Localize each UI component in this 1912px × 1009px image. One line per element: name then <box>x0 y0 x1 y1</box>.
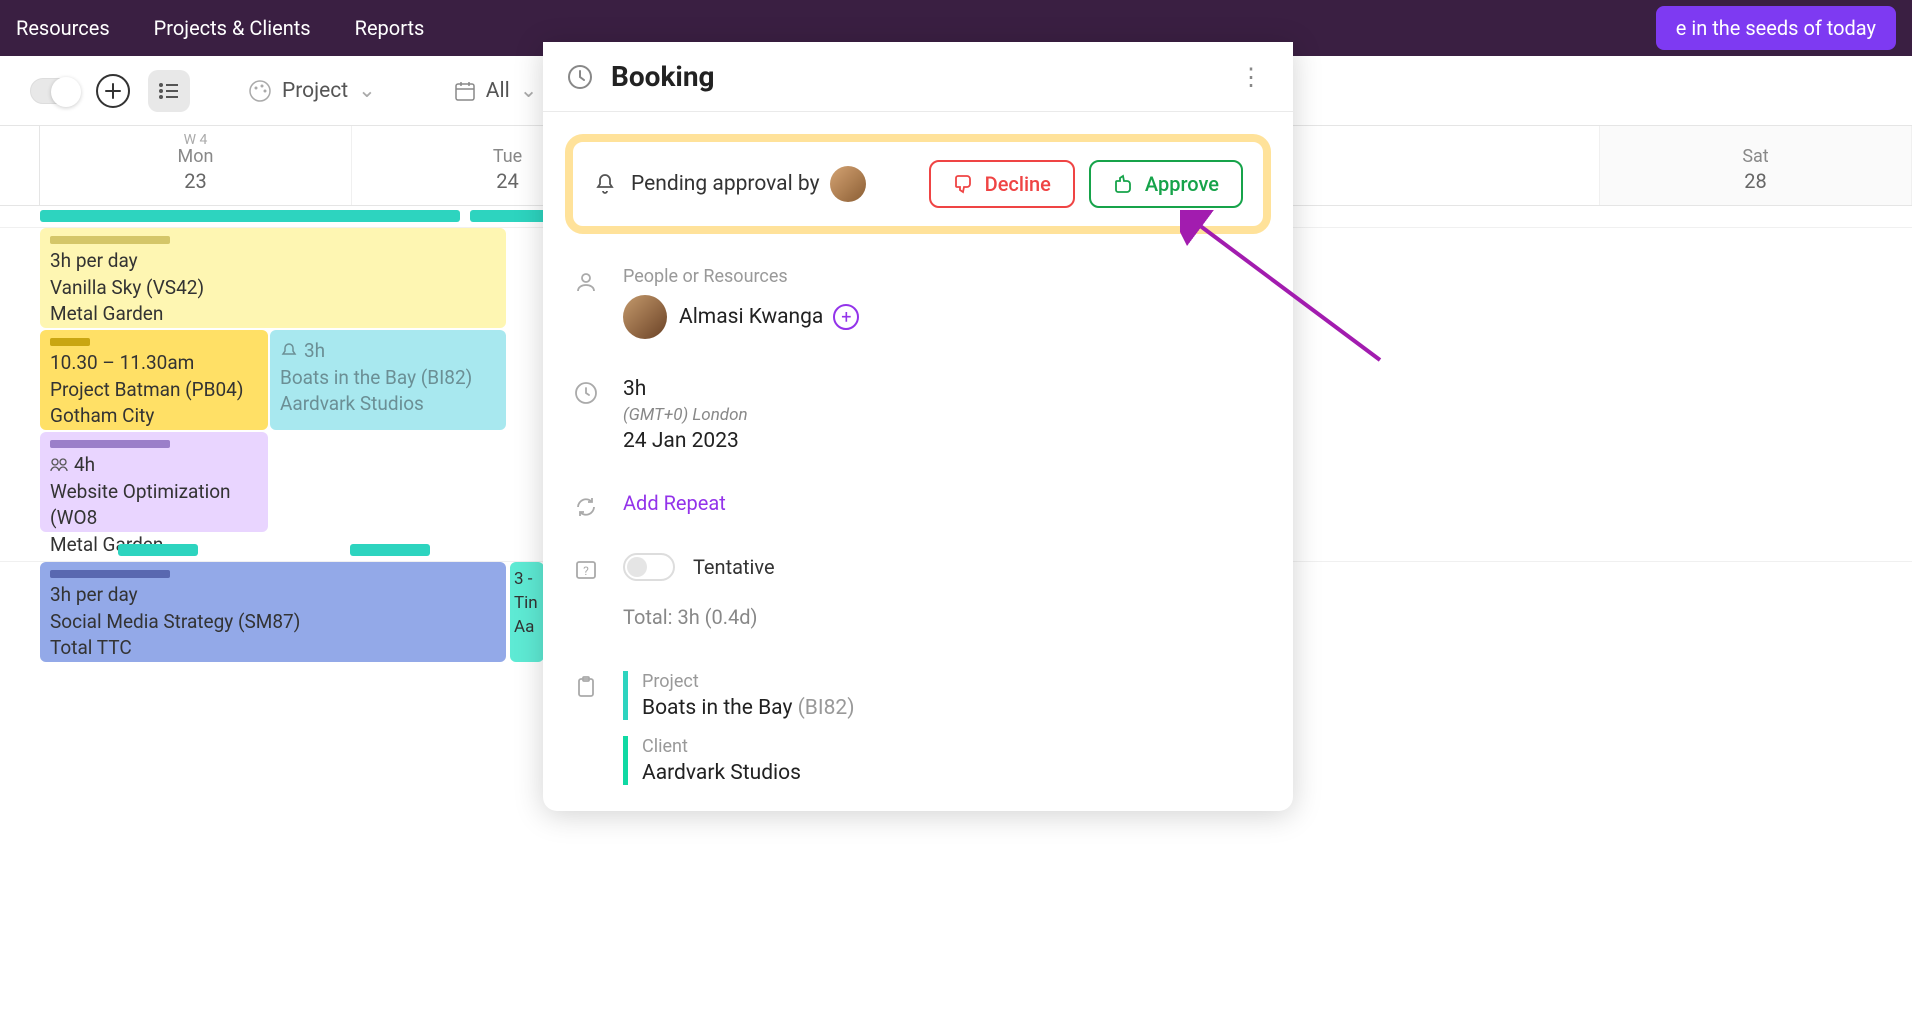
booking-batman[interactable]: 10.30 – 11.30am Project Batman (PB04) Go… <box>40 330 268 430</box>
range-label: All <box>486 79 510 103</box>
total-text: Total: 3h (0.4d) <box>623 605 1265 629</box>
booking-line: 3 - <box>514 568 540 592</box>
nav-reports[interactable]: Reports <box>355 16 425 40</box>
booking-project: Boats in the Bay (BI82) <box>280 365 496 392</box>
people-icon <box>50 458 68 472</box>
availability-strip <box>470 210 550 222</box>
chevron-down-icon: ⌄ <box>358 78 376 103</box>
tentative-label: Tentative <box>693 555 775 579</box>
day-col-mon[interactable]: W 4 Mon 23 <box>40 126 352 205</box>
add-person-button[interactable]: + <box>833 304 859 330</box>
client-name: Aardvark Studios <box>642 761 1265 785</box>
question-calendar-icon: ? <box>574 557 598 581</box>
person-icon <box>574 270 598 294</box>
day-name: Mon <box>40 146 351 167</box>
thumbs-up-icon <box>1113 173 1135 195</box>
promo-banner: e in the seeds of today <box>1656 6 1896 50</box>
booking-boats[interactable]: 3h Boats in the Bay (BI82) Aardvark Stud… <box>270 330 506 430</box>
thumbs-down-icon <box>953 173 975 195</box>
add-button[interactable] <box>96 74 130 108</box>
booking-duration: 3h per day <box>50 582 496 609</box>
booking-duration: 4h <box>74 452 95 479</box>
booking-line: Aa <box>514 616 540 640</box>
availability-strip <box>40 210 460 222</box>
pending-approval-text: Pending approval by <box>631 172 820 196</box>
clock-icon <box>574 381 598 405</box>
booking-client: Aardvark Studios <box>280 391 496 418</box>
project-client-row: Project Boats in the Bay (BI82) Client A… <box>543 661 1293 811</box>
booking-project: Social Media Strategy (SM87) <box>50 609 496 636</box>
project-label: Project <box>642 671 1265 692</box>
bell-icon <box>280 342 298 360</box>
week-label: W 4 <box>184 132 208 148</box>
bell-icon <box>593 172 617 196</box>
day-num: 28 <box>1600 169 1911 193</box>
decline-label: Decline <box>985 172 1051 196</box>
add-repeat-link[interactable]: Add Repeat <box>623 491 726 515</box>
modal-menu-button[interactable]: ⋮ <box>1233 63 1269 91</box>
approve-label: Approve <box>1145 172 1219 196</box>
annotation-arrow <box>1180 210 1390 370</box>
time-row: 3h (GMT+0) London 24 Jan 2023 <box>543 367 1293 463</box>
view-toggle[interactable] <box>30 78 78 104</box>
clipboard-icon <box>574 675 598 699</box>
day-name: Sat <box>1600 146 1911 167</box>
nav-projects[interactable]: Projects & Clients <box>154 16 311 40</box>
booking-client: Total TTC <box>50 635 496 662</box>
client-section[interactable]: Client Aardvark Studios <box>623 736 1265 785</box>
list-icon <box>158 82 180 100</box>
decline-button[interactable]: Decline <box>929 160 1075 208</box>
palette-icon <box>248 79 272 103</box>
day-col-sat[interactable]: Sat 28 <box>1600 126 1912 205</box>
grouping-label: Project <box>282 79 348 103</box>
booking-duration: 3h per day <box>50 248 496 275</box>
svg-text:?: ? <box>583 564 589 578</box>
repeat-icon <box>574 495 598 519</box>
booking-modal: Booking ⋮ Pending approval by Decline Ap… <box>543 42 1293 811</box>
tentative-row: ? Tentative Total: 3h (0.4d) <box>543 543 1293 639</box>
chevron-down-icon: ⌄ <box>520 78 538 103</box>
clock-icon <box>567 64 593 90</box>
booking-time: 10.30 – 11.30am <box>50 350 258 377</box>
booking-client: Metal Garden <box>50 301 496 328</box>
project-code: (BI82) <box>798 696 855 720</box>
nav-resources[interactable]: Resources <box>16 16 110 40</box>
approval-banner: Pending approval by Decline Approve <box>565 134 1271 234</box>
date-text[interactable]: 24 Jan 2023 <box>623 429 1265 453</box>
repeat-row: Add Repeat <box>543 481 1293 529</box>
modal-title: Booking <box>611 60 1233 93</box>
person-avatar[interactable] <box>623 295 667 339</box>
approver-avatar[interactable] <box>830 166 866 202</box>
booking-social[interactable]: 3h per day Social Media Strategy (SM87) … <box>40 562 506 662</box>
duration-value[interactable]: 3h <box>623 377 1265 401</box>
booking-project: Project Batman (PB04) <box>50 377 258 404</box>
booking-line: Tin <box>514 592 540 616</box>
tentative-toggle[interactable] <box>623 553 675 581</box>
range-selector[interactable]: All ⌄ <box>454 78 538 103</box>
day-num: 23 <box>40 169 351 193</box>
day-col-hidden3[interactable] <box>1288 126 1600 205</box>
booking-project: Vanilla Sky (VS42) <box>50 275 496 302</box>
list-view-button[interactable] <box>148 70 190 112</box>
person-name: Almasi Kwanga <box>679 305 823 329</box>
booking-duration: 3h <box>304 338 325 365</box>
booking-tin[interactable]: 3 - Tin Aa <box>510 562 544 662</box>
approve-button[interactable]: Approve <box>1089 160 1243 208</box>
plus-icon <box>104 82 122 100</box>
booking-vanilla-sky[interactable]: 3h per day Vanilla Sky (VS42) Metal Gard… <box>40 228 506 328</box>
booking-project: Website Optimization (WO8 <box>50 479 258 532</box>
modal-header: Booking ⋮ <box>543 42 1293 112</box>
booking-website[interactable]: 4h Website Optimization (WO8 Metal Garde… <box>40 432 268 532</box>
calendar-icon <box>454 80 476 102</box>
availability-strip <box>118 544 198 556</box>
project-section[interactable]: Project Boats in the Bay (BI82) <box>623 671 1265 720</box>
availability-strip <box>350 544 430 556</box>
booking-client: Gotham City <box>50 403 258 430</box>
project-name: Boats in the Bay <box>642 696 792 720</box>
grouping-selector[interactable]: Project ⌄ <box>248 78 376 103</box>
people-label: People or Resources <box>623 266 1265 287</box>
client-label: Client <box>642 736 1265 757</box>
timezone-text: (GMT+0) London <box>623 405 1265 425</box>
